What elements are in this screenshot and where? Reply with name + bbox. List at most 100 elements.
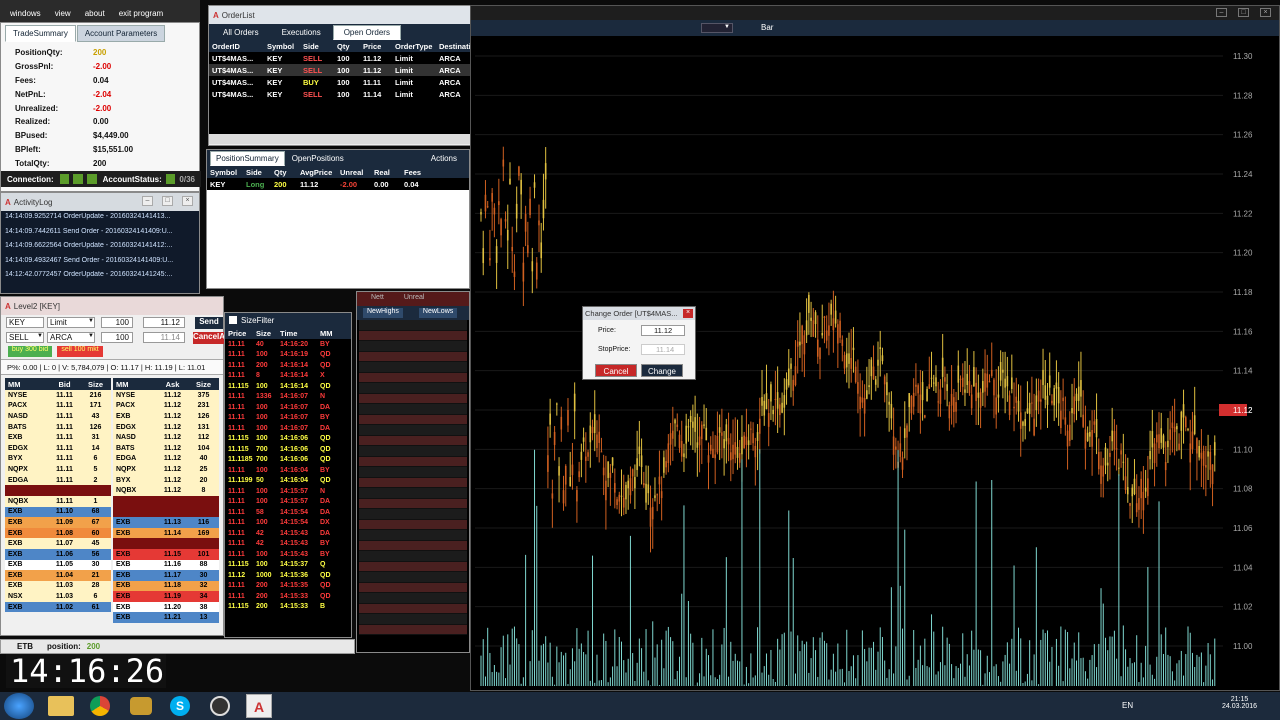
price-input-2[interactable]: 11.14 (143, 332, 185, 343)
menu-item-1[interactable]: view (55, 9, 71, 18)
scanner-row[interactable] (359, 540, 467, 551)
bid-row[interactable]: EXB 11.10 68 (5, 506, 111, 518)
bid-row[interactable]: EXB 11.06 56 (5, 548, 111, 560)
bar-type-label[interactable]: Bar (761, 23, 773, 32)
ask-row[interactable]: EDGA 11.12 40 (113, 453, 219, 465)
scanner-row[interactable] (359, 320, 467, 331)
scanner-row[interactable] (359, 603, 467, 614)
trading-app-icon[interactable]: A (246, 694, 272, 718)
scanner-row[interactable] (359, 435, 467, 446)
scanner-row[interactable] (359, 509, 467, 520)
bid-row[interactable]: EXB 11.07 45 (5, 538, 111, 549)
start-button[interactable] (4, 693, 34, 719)
order-type-select[interactable]: Limit ▼ (47, 317, 95, 328)
obs-icon[interactable] (210, 696, 230, 716)
explorer-icon[interactable] (48, 696, 74, 716)
bid-row[interactable]: EDGX 11.11 14 (5, 442, 111, 454)
ask-row[interactable] (113, 538, 219, 549)
order-col-header[interactable]: Side (300, 42, 334, 51)
tab-0[interactable]: TradeSummary (5, 25, 76, 42)
ask-row[interactable]: EXB 11.16 88 (113, 559, 219, 571)
cancel-button[interactable]: Cancel (595, 364, 637, 377)
skype-icon[interactable]: S (170, 696, 190, 716)
position-col-header[interactable]: Side (243, 168, 271, 177)
tab-1[interactable]: Account Parameters (76, 25, 166, 42)
ask-row[interactable]: NASD 11.12 112 (113, 432, 219, 443)
app-icon[interactable] (130, 697, 152, 715)
bid-row[interactable]: NASD 11.11 43 (5, 411, 111, 422)
scanner-row[interactable] (359, 593, 467, 604)
bid-row[interactable]: BYX 11.11 6 (5, 453, 111, 465)
bid-row[interactable]: EXB 11.08 60 (5, 527, 111, 539)
bid-row[interactable]: NQBX 11.11 1 (5, 495, 111, 507)
order-col-header[interactable]: Price (360, 42, 392, 51)
ask-row[interactable]: BYX 11.12 20 (113, 474, 219, 486)
scanner-row[interactable] (359, 551, 467, 562)
ask-row[interactable]: EXB 11.20 38 (113, 601, 219, 613)
scanner-row[interactable] (359, 477, 467, 488)
ask-row[interactable]: NQBX 11.12 8 (113, 485, 219, 496)
order-tab-1[interactable]: Executions (270, 25, 332, 40)
menu-item-2[interactable]: about (85, 9, 105, 18)
bid-row[interactable]: EDGA 11.11 2 (5, 474, 111, 486)
dialog-titlebar[interactable]: Change Order [UT$4MAS... × (583, 307, 695, 320)
destination-select[interactable]: ARCA ▼ (47, 332, 95, 343)
order-col-header[interactable]: Symbol (264, 42, 300, 51)
scanner-row[interactable] (359, 404, 467, 415)
order-tab-2[interactable]: Open Orders (332, 25, 401, 40)
scanner-row[interactable] (359, 624, 467, 635)
bid-row[interactable]: EXB 11.09 67 (5, 517, 111, 528)
chrome-icon[interactable] (90, 696, 110, 716)
bid-row[interactable]: NSX 11.03 6 (5, 591, 111, 602)
scanner-row[interactable] (359, 330, 467, 341)
bid-row[interactable]: NQPX 11.11 5 (5, 464, 111, 475)
side-select[interactable]: SELL ▼ (6, 332, 44, 343)
menu-item-0[interactable]: windows (10, 9, 41, 18)
minimize-icon[interactable]: – (142, 196, 153, 206)
bid-row[interactable]: EXB 11.03 28 (5, 580, 111, 592)
send-button[interactable]: Send (195, 317, 223, 329)
ask-row[interactable]: NYSE 11.12 375 (113, 390, 219, 401)
position-tab-0[interactable]: PositionSummary (210, 151, 285, 166)
order-tab-0[interactable]: All Orders (212, 25, 270, 40)
close-icon[interactable]: × (1260, 8, 1271, 17)
ask-row[interactable]: EXB 11.21 13 (113, 612, 219, 624)
scanner-row[interactable] (359, 456, 467, 467)
scanner-row[interactable] (359, 582, 467, 593)
bid-row[interactable]: EXB 11.05 30 (5, 559, 111, 571)
level2-titlebar[interactable]: A Level2 [KEY] (1, 297, 223, 315)
language-indicator[interactable]: EN (1122, 701, 1133, 710)
position-col-header[interactable]: Symbol (207, 168, 243, 177)
symbol-input[interactable]: KEY (6, 317, 44, 328)
scanner-row[interactable] (359, 498, 467, 509)
ask-row[interactable]: BATS 11.12 104 (113, 442, 219, 454)
qty-input[interactable]: 100 (101, 317, 133, 328)
positions-actions-menu[interactable]: Actions (431, 154, 457, 163)
ask-row[interactable]: NQPX 11.12 25 (113, 464, 219, 475)
position-col-header[interactable]: Fees (401, 168, 431, 177)
scanner-row[interactable] (359, 519, 467, 530)
scanner-row[interactable] (359, 572, 467, 583)
scanner-tab-0[interactable]: Nett (371, 294, 384, 304)
ask-row[interactable]: PACX 11.12 231 (113, 400, 219, 412)
scanner-row[interactable] (359, 614, 467, 625)
order-col-header[interactable]: OrderID (209, 42, 264, 51)
ask-row[interactable]: EXB 11.19 34 (113, 591, 219, 602)
buy-bid-button[interactable]: buy 300 bid (8, 346, 52, 357)
order-col-header[interactable]: OrderType (392, 42, 436, 51)
sell-mkt-button[interactable]: sell 100 mkt (57, 346, 103, 357)
maximize-icon[interactable]: □ (162, 196, 173, 206)
close-icon[interactable]: × (683, 309, 693, 318)
price-input[interactable]: 11.12 (143, 317, 185, 328)
scanner-row[interactable] (359, 393, 467, 404)
ask-row[interactable]: EXB 11.12 126 (113, 411, 219, 422)
ask-row[interactable]: EXB 11.13 116 (113, 517, 219, 528)
scanner-row[interactable] (359, 351, 467, 362)
position-col-header[interactable]: Unreal (337, 168, 371, 177)
position-col-header[interactable]: AvgPrice (297, 168, 337, 177)
qty-input-2[interactable]: 100 (101, 332, 133, 343)
scanner-row[interactable] (359, 530, 467, 541)
bid-row[interactable]: EXB 11.04 21 (5, 570, 111, 581)
scanner-row[interactable] (359, 446, 467, 457)
ask-row[interactable] (113, 495, 219, 507)
